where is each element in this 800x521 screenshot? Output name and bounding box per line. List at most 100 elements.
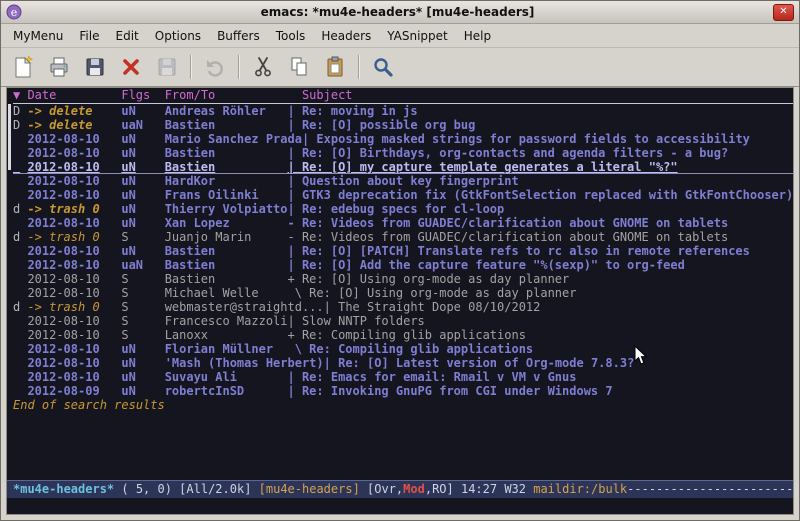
scrollbar-thumb[interactable] [8,104,11,170]
modeline-segment: [mu4e-headers] [259,482,367,496]
menu-item-mymenu[interactable]: MyMenu [5,26,71,46]
open-file-button[interactable] [41,51,77,83]
message-row[interactable]: 2012-08-10SBastien+ Re: [O] Using org-mo… [13,272,793,286]
message-row[interactable]: 2012-08-10uNXan Lopez- Re: Videos from G… [13,216,793,230]
titlebar[interactable]: e emacs: *mu4e-headers* [mu4e-headers] ✕ [1,1,799,24]
menu-item-file[interactable]: File [71,26,107,46]
close-button[interactable]: ✕ [773,4,794,21]
search-button[interactable] [365,51,401,83]
new-file-button[interactable] [5,51,41,83]
modeline-segment: Mod [403,482,425,496]
cell-subject: + Re: Compiling glib applications [288,328,526,342]
cell-flags: uN [121,160,164,174]
cell-mark [13,272,27,286]
cell-subject: | Re: [O] my capture template generates … [288,160,678,174]
cell-mark [13,314,27,328]
cell-subject: + Re: [O] Using org-mode as day planner [288,272,570,286]
cell-date: -> delete [27,118,121,132]
end-of-results: End of search results [13,398,793,412]
paste-button[interactable] [317,51,353,83]
message-row[interactable]: 2012-08-10uNBastien| Re: [O] [PATCH] Tra… [13,244,793,258]
copy-icon [287,55,311,79]
cell-mark [13,160,27,174]
cell-flags: uN [121,370,164,384]
open-file-icon [47,55,71,79]
column-flags[interactable]: Flgs [121,88,164,102]
message-row[interactable]: 2012-08-10SMichael Welle \ Re: [O] Using… [13,286,793,300]
cell-subject: | Exposing masked strings for password f… [302,132,750,146]
write-file-button[interactable] [149,51,185,83]
message-row[interactable]: 2012-08-10uN'Mash (Thomas Herbert)| Re: … [13,356,793,370]
message-row[interactable]: 2012-08-10uNHardKor| Question about key … [13,174,793,188]
toolbar-separator [238,55,240,79]
cell-from: Juanjo Marin [165,230,288,244]
kill-buffer-button[interactable] [113,51,149,83]
minibuffer[interactable] [7,498,793,514]
write-file-icon [155,55,179,79]
message-row[interactable]: 2012-08-10uNBastien| Re: [O] my capture … [13,160,793,174]
cell-mark: d [13,300,27,314]
menu-item-edit[interactable]: Edit [108,26,147,46]
undo-button[interactable] [197,51,233,83]
save-buffer-button[interactable] [77,51,113,83]
cell-from: Bastien [165,272,288,286]
column-subject[interactable]: Subject [288,88,353,102]
menu-item-buffers[interactable]: Buffers [209,26,268,46]
menubar: MyMenuFileEditOptionsBuffersToolsHeaders… [1,24,799,47]
menu-item-headers[interactable]: Headers [313,26,379,46]
toolbar-separator [190,55,192,79]
modeline-segment: -------------------------- [627,482,793,496]
frame-body: ▼ Date Flgs From/To Subject D-> deleteuN… [1,87,799,520]
window-title: emacs: *mu4e-headers* [mu4e-headers] [27,5,768,19]
column-from[interactable]: From/To [165,88,288,102]
message-row[interactable]: 2012-08-10uNBastien| Re: [O] Birthdays, … [13,146,793,160]
message-row[interactable]: 2012-08-10SFrancesco Mazzoli| Slow NNTP … [13,314,793,328]
column-date[interactable]: ▼ Date [13,88,121,102]
message-row[interactable]: 2012-08-10SLanoxx+ Re: Compiling glib ap… [13,328,793,342]
cell-mark [13,188,27,202]
modeline-segment: 14:27 W32 [461,482,533,496]
message-row[interactable]: 2012-08-09uNrobertcInSD| Re: Invoking Gn… [13,384,793,398]
cell-flags: uN [121,244,164,258]
cell-date: 2012-08-10 [27,216,121,230]
modeline-segment: ( 5, 0) [All/2.0k] [114,482,259,496]
message-row[interactable]: 2012-08-10uNMario Sanchez Prada| Exposin… [13,132,793,146]
cell-mark [13,174,27,188]
copy-button[interactable] [281,51,317,83]
cell-flags: S [121,314,164,328]
cell-date: -> trash 0 [27,202,121,216]
cell-subject: | Re: [O] possible org bug [288,118,476,132]
cell-date: 2012-08-10 [27,342,121,356]
message-row[interactable]: d-> trash 0SJuanjo Marin- Re: Videos fro… [13,230,793,244]
menu-item-help[interactable]: Help [456,26,499,46]
message-row[interactable]: d-> trash 0uNThierry Volpiatto| Re: edeb… [13,202,793,216]
cell-flags: uN [121,188,164,202]
message-row[interactable]: D-> deleteuNAndreas Röhler| Re: moving i… [13,104,793,118]
cell-date: 2012-08-10 [27,356,121,370]
cell-subject: | The Straight Dope 08/10/2012 [324,300,541,314]
cell-from: Michael Welle [165,286,288,300]
message-row[interactable]: 2012-08-10uNFlorian Müllner \ Re: Compil… [13,342,793,356]
modeline-segment: [Ovr, [367,482,403,496]
cell-date: -> delete [27,104,121,118]
cell-date: 2012-08-10 [27,132,121,146]
message-row[interactable]: 2012-08-10uaNBastien| Re: [O] Add the ca… [13,258,793,272]
cell-flags: uN [121,146,164,160]
menu-item-options[interactable]: Options [147,26,209,46]
cell-date: 2012-08-10 [27,146,121,160]
modeline[interactable]: *mu4e-headers* ( 5, 0) [All/2.0k] [mu4e-… [7,480,793,498]
menu-item-tools[interactable]: Tools [268,26,314,46]
message-row[interactable]: 2012-08-10uNSuvayu Ali| Re: Emacs for em… [13,370,793,384]
cell-date: 2012-08-10 [27,370,121,384]
cell-flags: S [121,272,164,286]
cut-button[interactable] [245,51,281,83]
cell-from: Florian Müllner [165,342,288,356]
cell-subject: | GTK3 deprecation fix (GtkFontSelection… [288,188,794,202]
menu-item-yasnippet[interactable]: YASnippet [379,26,456,46]
cell-from: Andreas Röhler [165,104,288,118]
cell-from: Bastien [165,146,288,160]
message-row[interactable]: 2012-08-10uNFrans Oilinki| GTK3 deprecat… [13,188,793,202]
message-row[interactable]: d-> trash 0Swebmaster@straightd...| The … [13,300,793,314]
cell-from: Lanoxx [165,328,288,342]
message-row[interactable]: D-> deleteuaNBastien| Re: [O] possible o… [13,118,793,132]
